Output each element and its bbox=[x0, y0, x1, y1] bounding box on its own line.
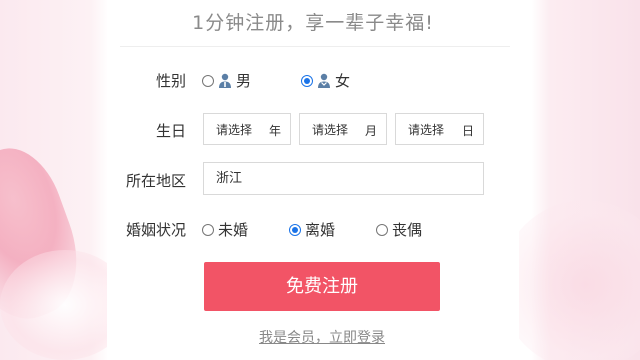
marital-status-label: 婚姻状况 bbox=[125, 221, 186, 239]
birthday-label: 生日 bbox=[155, 122, 186, 140]
login-link-container: 我是会员，立即登录 bbox=[204, 0, 440, 360]
birthday-day-unit: 日 bbox=[461, 124, 474, 138]
background-right-decoration bbox=[500, 200, 640, 360]
member-login-link[interactable]: 我是会员，立即登录 bbox=[204, 327, 440, 347]
region-label: 所在地区 bbox=[125, 172, 186, 190]
gender-label: 性别 bbox=[155, 72, 186, 90]
